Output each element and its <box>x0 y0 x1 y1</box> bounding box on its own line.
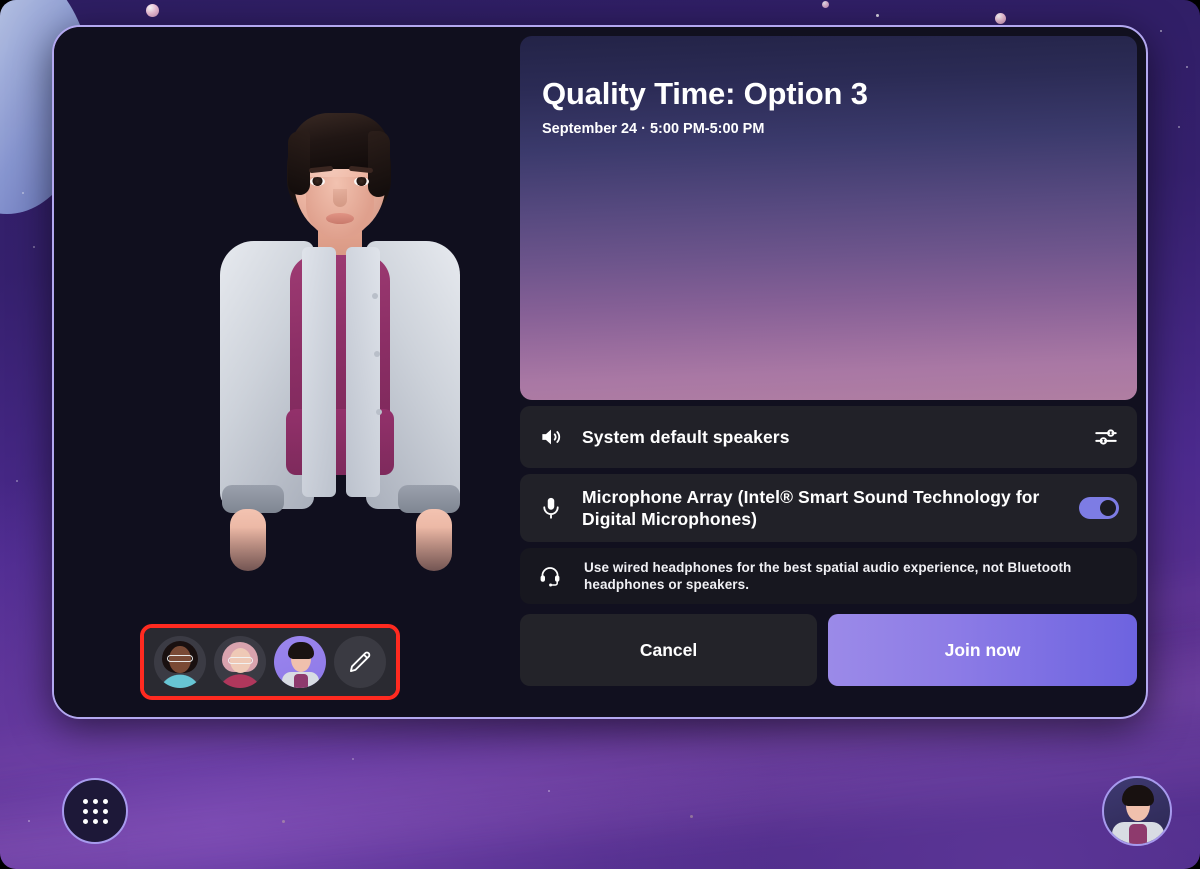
star-speck <box>28 820 30 822</box>
speaker-icon <box>538 424 582 450</box>
star-speck <box>876 14 879 17</box>
star-speck <box>282 820 285 823</box>
avatar-picker-highlight <box>140 624 400 700</box>
join-now-button[interactable]: Join now <box>828 614 1137 686</box>
avatar-option-2[interactable] <box>214 636 266 688</box>
nebula-streak <box>0 702 1200 869</box>
meeting-title: Quality Time: Option 3 <box>542 76 868 111</box>
avatar-hair-side-left <box>288 131 310 195</box>
avatar-eye-right <box>354 177 369 186</box>
avatar-thumb-hair <box>288 642 314 659</box>
star-speck <box>22 192 24 194</box>
avatar-cardigan-placket-left <box>302 247 336 497</box>
avatar-button <box>372 293 378 299</box>
avatar-thumb-shirt <box>294 674 308 688</box>
pink-orb-decoration <box>146 4 159 17</box>
avatar-eye-left <box>310 177 325 186</box>
avatar-nose <box>333 189 347 207</box>
avatar-preview-pane <box>54 27 520 717</box>
pink-orb-decoration <box>995 13 1006 24</box>
avatar-button <box>376 409 382 415</box>
cancel-button[interactable]: Cancel <box>520 614 818 686</box>
profile-avatar-button[interactable] <box>1102 776 1172 846</box>
microphone-toggle[interactable] <box>1079 497 1119 519</box>
meeting-subtitle: September 24 · 5:00 PM-5:00 PM <box>542 121 765 137</box>
desktop-background: Quality Time: Option 3 September 24 · 5:… <box>0 0 1200 869</box>
join-options-pane: Quality Time: Option 3 September 24 · 5:… <box>520 27 1146 717</box>
spatial-audio-hint: Use wired headphones for the best spatia… <box>520 548 1137 604</box>
star-speck <box>548 790 550 792</box>
audio-settings-sliders-icon[interactable] <box>1093 424 1119 450</box>
spatial-audio-hint-text: Use wired headphones for the best spatia… <box>584 559 1072 592</box>
star-speck <box>33 246 35 248</box>
speaker-device-label: System default speakers <box>582 426 790 447</box>
toggle-knob <box>1100 500 1116 516</box>
star-speck <box>1186 66 1188 68</box>
meeting-video-preview[interactable]: Quality Time: Option 3 September 24 · 5:… <box>520 36 1137 400</box>
star-speck <box>16 480 18 482</box>
dialog-actions: Cancel Join now <box>520 614 1137 686</box>
apps-grid-icon <box>82 798 108 824</box>
pre-join-dialog: Quality Time: Option 3 September 24 · 5:… <box>52 25 1148 719</box>
star-speck <box>352 758 354 760</box>
glasses-icon <box>167 655 193 662</box>
avatar-option-3[interactable] <box>274 636 326 688</box>
avatar-edit-button[interactable] <box>334 636 386 688</box>
avatar-shirt <box>1129 824 1147 844</box>
avatar-hair <box>1122 785 1154 806</box>
star-speck <box>1160 30 1162 32</box>
pencil-icon <box>349 651 371 673</box>
stage-bottom-fade <box>174 527 504 637</box>
avatar-option-1[interactable] <box>154 636 206 688</box>
speaker-device-row[interactable]: System default speakers <box>520 406 1137 468</box>
microphone-icon <box>538 495 582 521</box>
avatar-3d-stage[interactable] <box>54 27 520 717</box>
headset-icon <box>538 564 584 588</box>
microphone-device-row[interactable]: Microphone Array (Intel® Smart Sound Tec… <box>520 474 1137 542</box>
avatar-picker <box>144 628 396 696</box>
avatar-mouth <box>326 213 354 224</box>
avatar-button <box>374 351 380 357</box>
pink-orb-decoration <box>822 1 829 8</box>
star-speck <box>1178 126 1180 128</box>
star-speck <box>690 815 693 818</box>
avatar-cardigan-placket-right <box>346 247 380 497</box>
apps-grid-button[interactable] <box>62 778 128 844</box>
avatar-jaw <box>306 177 374 239</box>
avatar-hair-side-right <box>368 131 390 197</box>
microphone-device-label: Microphone Array (Intel® Smart Sound Tec… <box>582 486 1040 529</box>
glasses-icon <box>228 657 253 664</box>
